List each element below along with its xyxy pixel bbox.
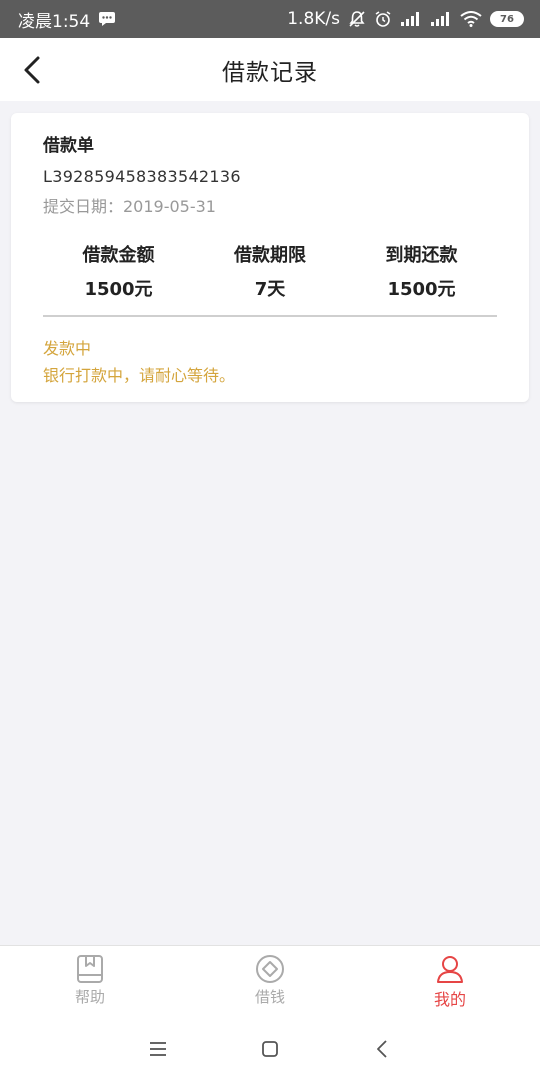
loan-record-card[interactable]: 借款单 L392859458383542136 提交日期：2019-05-31 …: [11, 113, 529, 402]
signal-icon-2: [430, 11, 452, 27]
status-title: 发款中: [43, 339, 92, 358]
tab-label: 帮助: [74, 988, 105, 1006]
tab-mine[interactable]: 我的: [360, 946, 540, 1017]
home-square-icon: [262, 1040, 278, 1057]
tab-borrow[interactable]: 借钱: [180, 946, 360, 1017]
stat-label: 借款金额: [82, 245, 155, 266]
network-speed: 1.8K/s: [287, 9, 340, 29]
tab-help[interactable]: 帮助: [0, 946, 180, 1017]
system-nav-bar: [0, 1017, 540, 1080]
tab-label: 我的: [433, 990, 466, 1009]
signal-icon: [400, 11, 422, 27]
loan-stats: 借款金额 1500元 借款期限 7天 到期还款 1500元: [43, 241, 497, 301]
home-button[interactable]: [214, 1024, 326, 1074]
menu-button[interactable]: [102, 1024, 214, 1074]
stat-value: 7天: [254, 279, 286, 300]
battery-icon: 76: [490, 11, 524, 27]
wifi-icon: [460, 11, 482, 27]
chevron-left-icon: [24, 56, 40, 84]
stat-loan-term: 借款期限 7天: [195, 241, 346, 301]
tab-label: 借钱: [254, 988, 285, 1006]
stat-label: 到期还款: [385, 245, 458, 266]
card-title: 借款单: [43, 136, 94, 156]
divider: [43, 315, 497, 317]
mute-icon: [348, 10, 366, 28]
alarm-icon: [374, 10, 392, 28]
stat-loan-amount: 借款金额 1500元: [43, 241, 194, 301]
bottom-tab-bar: 帮助 借钱 我的: [0, 945, 540, 1017]
stat-label: 借款期限: [234, 245, 306, 266]
submit-date: 提交日期：2019-05-31: [43, 197, 216, 216]
order-number: L392859458383542136: [43, 167, 241, 186]
page-title: 借款记录: [222, 59, 318, 86]
message-icon: [98, 11, 116, 27]
coin-icon: [256, 955, 284, 983]
app-header: 借款记录: [0, 38, 540, 101]
user-icon: [437, 956, 463, 983]
status-bar: 凌晨1:54 1.8K/s 76: [0, 0, 540, 38]
status-description: 银行打款中，请耐心等待。: [43, 366, 236, 385]
book-icon: [77, 955, 103, 983]
stat-value: 1500元: [84, 279, 153, 300]
chevron-left-icon: [377, 1039, 387, 1058]
stat-repayment: 到期还款 1500元: [346, 241, 497, 301]
menu-icon: [150, 1041, 166, 1056]
back-button[interactable]: [14, 50, 50, 90]
system-back-button[interactable]: [326, 1024, 438, 1074]
status-time: 凌晨1:54: [18, 11, 91, 32]
stat-value: 1500元: [387, 279, 456, 300]
